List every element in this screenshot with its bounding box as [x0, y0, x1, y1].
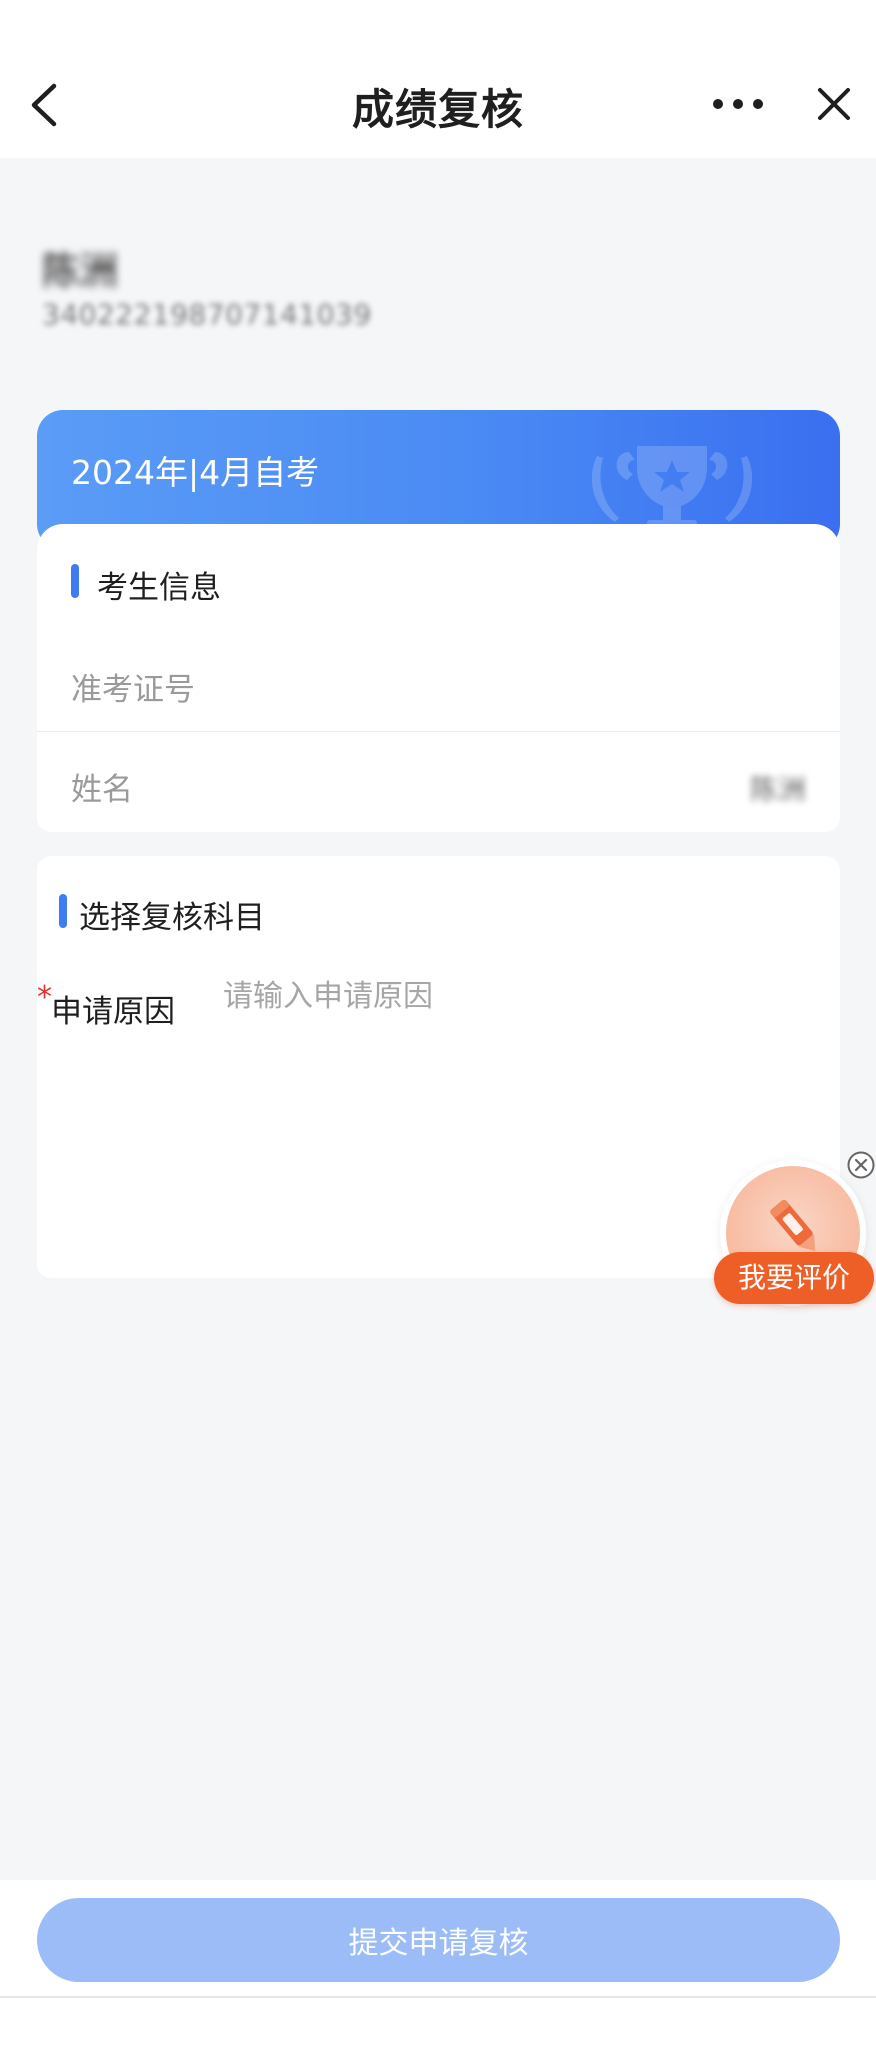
- admission-number-label: 准考证号: [71, 672, 195, 708]
- reason-label: 申请原因: [51, 994, 175, 1030]
- row-divider: [37, 731, 840, 732]
- section-accent-bar: [59, 894, 67, 928]
- name-value: 陈洲: [749, 773, 806, 806]
- close-circle-icon[interactable]: [846, 1150, 876, 1180]
- candidate-info-card: 考生信息 准考证号 姓名 陈洲: [37, 524, 840, 832]
- evaluate-label[interactable]: 我要评价: [714, 1252, 874, 1304]
- submit-review-button[interactable]: 提交申请复核: [37, 1898, 840, 1982]
- section-accent-bar: [71, 564, 79, 598]
- close-icon[interactable]: [814, 84, 854, 124]
- bottom-bar: 提交申请复核: [0, 1880, 876, 2048]
- subject-card: 选择复核科目 * 申请原因: [37, 856, 840, 1278]
- name-label: 姓名: [71, 772, 133, 808]
- reason-input[interactable]: [223, 976, 783, 1236]
- select-subject-title[interactable]: 选择复核科目: [79, 892, 265, 937]
- nav-bar: 成绩复核: [0, 0, 876, 158]
- candidate-info-title: 考生信息: [97, 570, 221, 606]
- more-icon[interactable]: [712, 94, 764, 114]
- profile-name: 陈洲: [42, 249, 119, 293]
- required-mark: *: [37, 980, 52, 1015]
- bottom-divider: [0, 1996, 876, 1998]
- profile-id-number: 340222198707141039: [42, 298, 372, 331]
- score-review-page: 成绩复核 陈洲 340222198707141039 2024年|4月自考 考生…: [0, 0, 876, 2048]
- trophy-icon: [591, 446, 753, 532]
- exam-title: 2024年|4月自考: [71, 453, 320, 492]
